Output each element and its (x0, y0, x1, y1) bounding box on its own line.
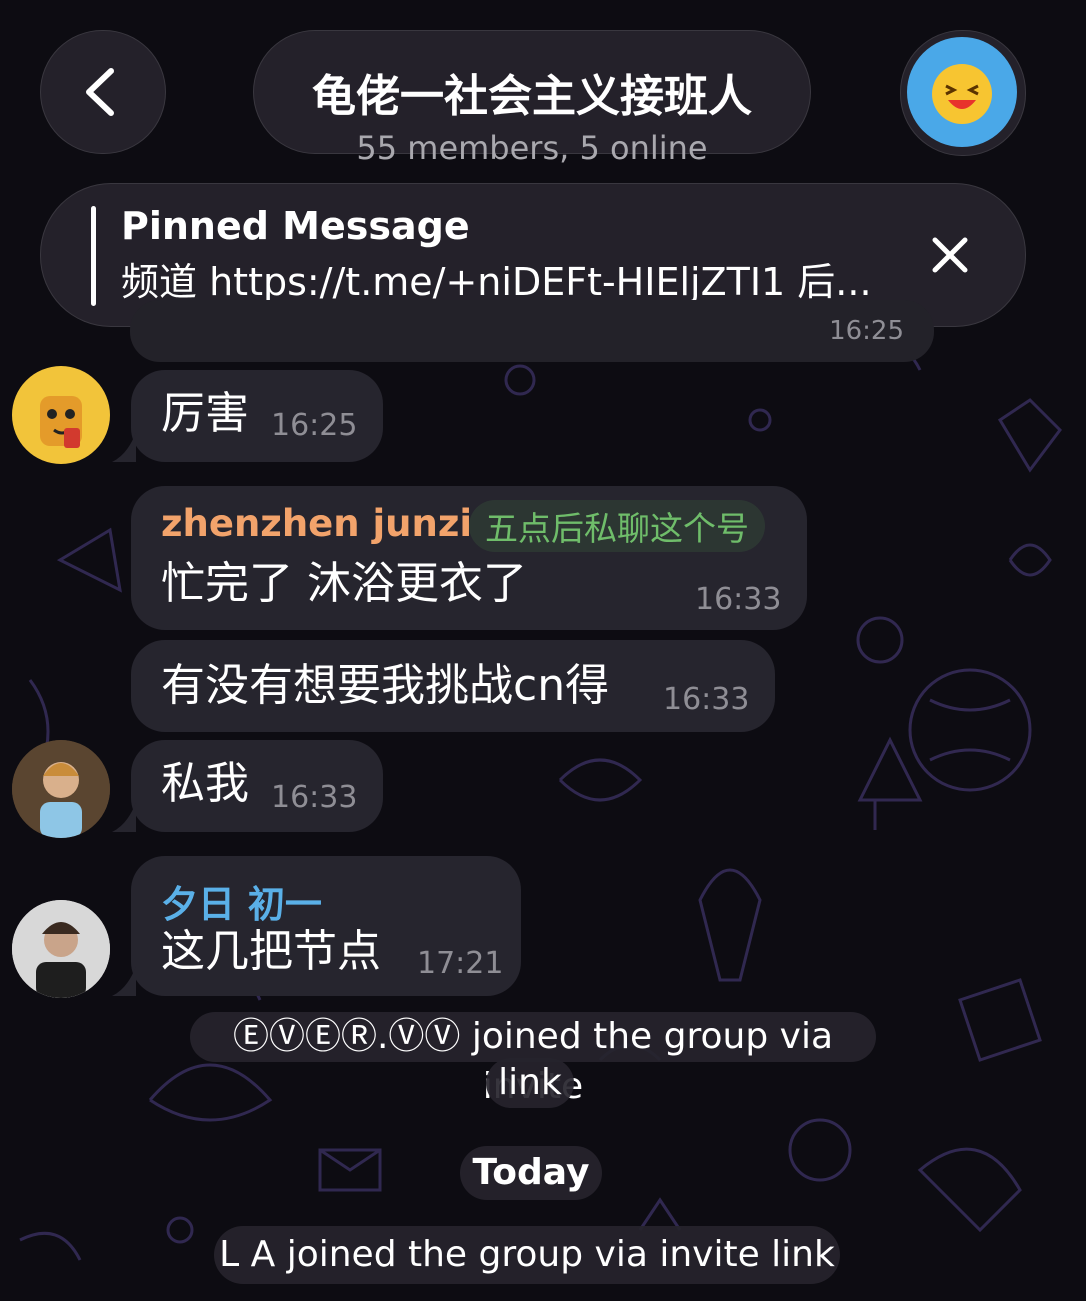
person-photo-icon (12, 740, 110, 838)
message-text: 这几把节点 (161, 926, 381, 977)
date-separator: Today (460, 1146, 602, 1200)
chat-title: 龟佬一社会主义接班人 (312, 71, 752, 122)
date-label: Today (472, 1152, 590, 1193)
service-message-join: ⒺⓋⒺⓇ.ⓋⓋ joined the group via invite (190, 1012, 876, 1107)
back-button[interactable] (40, 30, 166, 154)
message-bubble[interactable]: 厉害 16:25 (131, 370, 383, 462)
person-photo-icon (12, 900, 110, 998)
service-text: link (498, 1062, 562, 1103)
bubble-tail (112, 966, 136, 996)
message-time: 16:33 (695, 582, 782, 617)
laughing-face-icon (907, 37, 1017, 147)
avatar[interactable] (12, 740, 110, 838)
message-time: 16:25 (271, 408, 358, 443)
service-message-join: L A joined the group via invite link (214, 1226, 840, 1284)
message-text: 私我 (161, 758, 249, 809)
message-bubble[interactable]: 私我 16:33 (131, 740, 383, 832)
close-icon[interactable] (931, 236, 969, 274)
sender-name: 夕日 初一 (161, 883, 322, 926)
pinned-indicator (91, 206, 96, 306)
service-message-join-continued: link (486, 1058, 574, 1108)
chevron-left-icon (86, 68, 114, 116)
bubble-tail (112, 432, 136, 462)
chat-header[interactable]: 龟佬一社会主义接班人 55 members, 5 online (253, 30, 811, 166)
message-time: 17:21 (417, 946, 504, 981)
message-bubble[interactable]: 夕日 初一 这几把节点 17:21 (131, 856, 521, 996)
message-text: 忙完了 沐浴更衣了 (161, 558, 527, 609)
service-text: L A joined the group via invite link (219, 1234, 835, 1275)
message-time: 16:25 (829, 316, 904, 346)
message-text: 厉害 (161, 388, 249, 439)
message-text: 有没有想要我挑战cn得 (161, 660, 610, 711)
member-count: 55 members, 5 online (356, 129, 708, 167)
pinned-text: 频道 https://t.me/+niDEFt-HIEljZTI1 后... (121, 260, 872, 304)
previous-message-peek: 16:25 (130, 300, 934, 362)
avatar[interactable] (12, 366, 110, 464)
cartoon-cat-icon (40, 396, 82, 448)
message-time: 16:33 (271, 780, 358, 815)
message-bubble[interactable]: zhenzhen junzi 五点后私聊这个号 忙完了 沐浴更衣了 16:33 (131, 486, 807, 630)
member-tag: 五点后私聊这个号 (469, 500, 765, 552)
message-bubble[interactable]: 有没有想要我挑战cn得 16:33 (131, 640, 775, 732)
avatar[interactable] (12, 900, 110, 998)
message-time: 16:33 (663, 682, 750, 717)
bubble-tail (112, 802, 136, 832)
sender-name: zhenzhen junzi (161, 502, 473, 545)
pinned-title: Pinned Message (121, 204, 470, 248)
group-avatar[interactable] (900, 30, 1026, 156)
